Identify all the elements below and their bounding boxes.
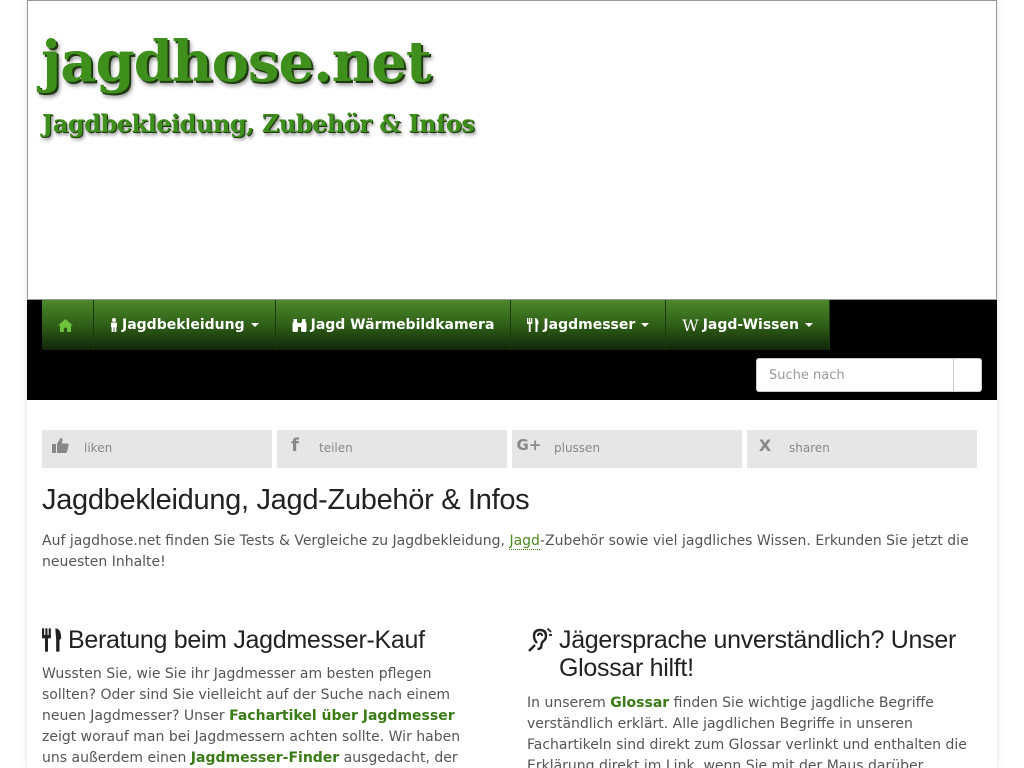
section-title-jagdmesser-text: Beratung beim Jagdmesser-Kauf — [68, 626, 425, 654]
chevron-down-icon — [804, 323, 813, 327]
chevron-down-icon — [250, 323, 259, 327]
male-icon — [110, 318, 118, 332]
share-label-google-plus: plussen — [554, 441, 601, 455]
glossary-term-link[interactable]: Jagd — [509, 533, 540, 550]
page-title: Jagdbekleidung, Jagd-Zubehör & Infos — [42, 484, 530, 516]
google-plus-icon: G+ — [516, 436, 542, 454]
share-button-facebook[interactable]: f teilen — [277, 430, 507, 468]
section-jagdmesser: Beratung beim Jagdmesser-Kauf Wussten Si… — [42, 626, 482, 768]
cutlery-icon — [42, 626, 62, 654]
nav-item-jagdbekleidung[interactable]: Jagdbekleidung — [94, 300, 276, 350]
nav-menu: Jagdbekleidung Jagd Wärmebildkamera Jagd… — [42, 300, 830, 350]
nav-label-jagdmesser: Jagdmesser — [543, 317, 636, 333]
share-label-facebook: teilen — [319, 441, 353, 455]
facebook-icon: f — [291, 434, 299, 456]
section-text-jagdmesser: Wussten Sie, wie Sie ihr Jagdmesser am b… — [42, 664, 482, 768]
chevron-down-icon — [641, 323, 650, 327]
xing-icon: X — [758, 435, 772, 455]
site-logo-title[interactable]: jagdhose.net — [41, 29, 432, 95]
share-bar: liken f teilen G+ plussen X sharen — [42, 430, 982, 468]
section-title-glossar-text: Jägersprache unverständlich? Unser Gloss… — [559, 626, 956, 682]
share-label-xing: sharen — [789, 441, 830, 455]
section-title-jagdmesser: Beratung beim Jagdmesser-Kauf — [42, 626, 482, 654]
search-input[interactable] — [756, 358, 953, 392]
link-glossar[interactable]: Glossar — [610, 695, 669, 711]
section-text-part: In unserem — [527, 695, 611, 711]
intro-text-start: Auf jagdhose.net finden Sie Tests & Verg… — [42, 533, 510, 549]
home-icon — [58, 318, 73, 332]
share-button-like[interactable]: liken — [42, 430, 272, 468]
section-text-glossar: In unserem Glossar finden Sie wichtige j… — [527, 693, 967, 768]
nav-item-home[interactable] — [42, 300, 94, 350]
nav-label-waermebildkamera: Jagd Wärmebildkamera — [310, 317, 495, 333]
search-button[interactable] — [953, 358, 982, 392]
site-header: jagdhose.net Jagdbekleidung, Zubehör & I… — [27, 0, 997, 300]
main-navbar: Jagdbekleidung Jagd Wärmebildkamera Jagd… — [27, 300, 997, 400]
intro-text: Auf jagdhose.net finden Sie Tests & Verg… — [42, 531, 982, 573]
assistive-listening-icon — [527, 626, 553, 654]
share-button-google-plus[interactable]: G+ plussen — [512, 430, 742, 468]
thumbs-up-icon — [48, 434, 72, 456]
search-form — [756, 358, 982, 392]
wikipedia-icon: W — [682, 315, 699, 335]
section-glossar: Jägersprache unverständlich? Unser Gloss… — [527, 626, 967, 768]
share-label-like: liken — [84, 441, 113, 455]
share-button-xing[interactable]: X sharen — [747, 430, 977, 468]
binoculars-icon — [292, 318, 307, 332]
nav-item-jagdmesser[interactable]: Jagdmesser — [511, 300, 667, 350]
link-fachartikel-jagdmesser[interactable]: Fachartikel über Jagdmesser — [229, 708, 455, 724]
nav-item-waermebildkamera[interactable]: Jagd Wärmebildkamera — [275, 300, 512, 350]
cutlery-icon — [527, 318, 539, 332]
nav-label-jagd-wissen: Jagd-Wissen — [702, 317, 799, 333]
nav-label-jagdbekleidung: Jagdbekleidung — [122, 317, 245, 333]
page-container: jagdhose.net Jagdbekleidung, Zubehör & I… — [27, 0, 997, 768]
nav-item-jagd-wissen[interactable]: W Jagd-Wissen — [666, 300, 830, 350]
section-title-glossar: Jägersprache unverständlich? Unser Gloss… — [527, 626, 967, 682]
site-logo-subtitle: Jagdbekleidung, Zubehör & Infos — [42, 109, 475, 138]
link-jagdmesser-finder[interactable]: Jagdmesser-Finder — [191, 750, 339, 766]
